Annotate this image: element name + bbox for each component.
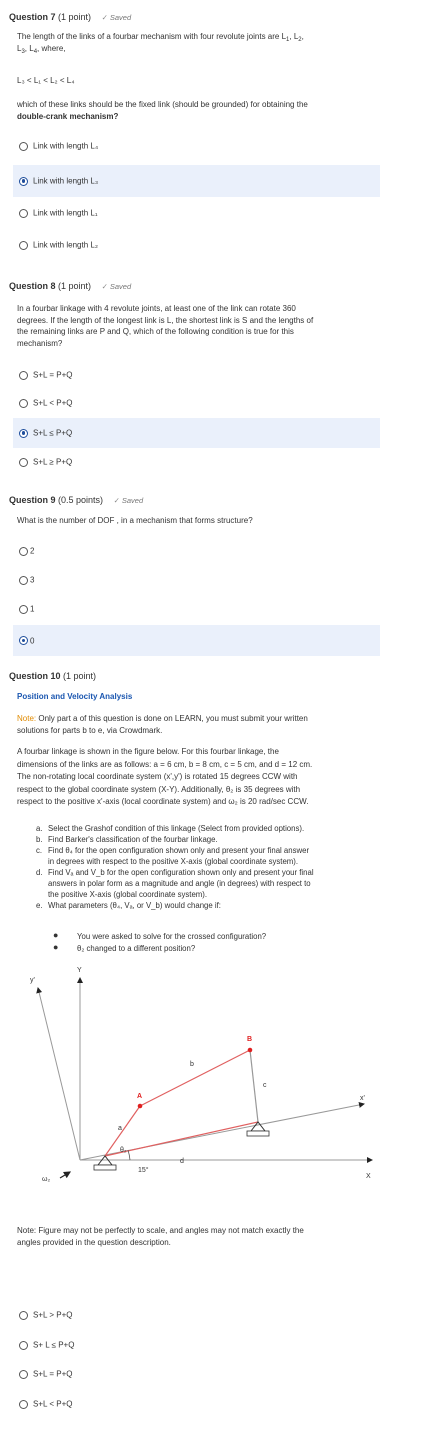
radio-button-selected[interactable] <box>19 636 28 645</box>
label-x: X <box>366 1173 371 1180</box>
q8-option-3[interactable]: S+L ≤ P+Q <box>13 418 380 448</box>
label-b: b <box>190 1061 194 1068</box>
q7-option-l3[interactable]: Link with length L₃ <box>13 165 380 197</box>
q10-subitem-1: You were asked to solve for the crossed … <box>77 932 267 941</box>
radio-button[interactable] <box>19 457 28 467</box>
q10-subtitle: Position and Velocity Analysis <box>17 692 133 701</box>
radio-button-selected[interactable] <box>19 176 28 186</box>
radio-button[interactable] <box>19 1399 28 1409</box>
q10-points: (1 point) <box>63 671 97 681</box>
radio-button[interactable] <box>19 1310 28 1320</box>
q10-description: A fourbar linkage is shown in the figure… <box>17 747 313 806</box>
q7-option-l4[interactable]: Link with length L₄ <box>13 130 380 162</box>
radio-button[interactable] <box>19 575 28 585</box>
q10-option-2[interactable]: S+ L ≤ P+Q <box>13 1329 380 1361</box>
q10-option-4[interactable]: S+L < P+Q <box>13 1388 380 1420</box>
q10-title: Question 10 <box>9 671 61 681</box>
q8-title: Question 8 <box>9 281 56 291</box>
q8-prompt: In a fourbar linkage with 4 revolute joi… <box>17 304 314 348</box>
q7-points: (1 point) <box>58 12 92 22</box>
radio-button[interactable] <box>19 398 28 408</box>
radio-button[interactable] <box>19 240 28 250</box>
q8-saved-status: ✓ Saved <box>101 282 132 291</box>
q7-option-l2[interactable]: Link with length L₂ <box>13 229 380 261</box>
bullet-icon: ● <box>53 930 59 940</box>
q7-saved-status: ✓ Saved <box>101 13 132 22</box>
fourbar-linkage-figure: y' Y x' X A B a b c d ω₂ θ₂ 15° <box>30 967 373 1183</box>
q10-subitem-2: θ₂ changed to a different position? <box>77 944 196 953</box>
q7-question: which of these links should be the fixed… <box>17 100 308 121</box>
label-omega: ω₂ <box>42 1176 50 1183</box>
q9-option-1[interactable]: 1 <box>13 593 380 625</box>
label-a: a <box>118 1125 122 1132</box>
q9-option-0[interactable]: 0 <box>13 625 380 656</box>
label-15-degrees: 15° <box>138 1166 149 1174</box>
label-d: d <box>180 1158 184 1165</box>
q7-prompt: The length of the links of a fourbar mec… <box>17 32 304 55</box>
checkmark-icon: ✓ <box>101 282 108 291</box>
radio-button[interactable] <box>19 1369 28 1379</box>
radio-button[interactable] <box>19 1340 28 1350</box>
q9-points: (0.5 points) <box>58 495 104 505</box>
q7-inequality: L₃ < L₁ < L₂ < L₄ <box>17 76 75 85</box>
label-B: B <box>247 1036 252 1043</box>
q9-option-2[interactable]: 2 <box>13 535 380 567</box>
radio-button[interactable] <box>19 604 28 614</box>
link-c <box>249 1049 259 1123</box>
q7-option-l1[interactable]: Link with length L₁ <box>13 197 380 229</box>
label-theta: θ₂ <box>120 1147 127 1154</box>
joint-b <box>247 1047 253 1053</box>
q8-header: Question 8 (1 point) ✓ Saved <box>9 281 131 291</box>
q7-title: Question 7 <box>9 12 56 22</box>
q8-option-2[interactable]: S+L < P+Q <box>13 387 380 419</box>
q9-option-3[interactable]: 3 <box>13 564 380 596</box>
q9-prompt: What is the number of DOF , in a mechani… <box>17 516 253 525</box>
label-y-prime: y' <box>30 977 35 984</box>
label-A: A <box>137 1093 142 1100</box>
radio-button[interactable] <box>19 141 28 151</box>
q9-header: Question 9 (0.5 points) ✓ Saved <box>9 495 143 505</box>
q10-option-3[interactable]: S+L = P+Q <box>13 1358 380 1390</box>
q10-figure-note: Note: Figure may not be perfectly to sca… <box>17 1226 304 1247</box>
q9-saved-status: ✓ Saved <box>113 496 144 505</box>
link-b <box>139 1049 251 1107</box>
radio-button[interactable] <box>19 370 28 380</box>
q10-option-1[interactable]: S+L > P+Q <box>13 1299 380 1331</box>
y-prime-axis <box>36 987 81 1161</box>
radio-button-selected[interactable] <box>19 428 28 438</box>
q10-task-list: a. Select the Grashof condition of this l… <box>36 824 314 910</box>
q8-option-4[interactable]: S+L ≥ P+Q <box>13 446 380 478</box>
q10-header: Question 10 (1 point) <box>9 671 96 681</box>
label-x-prime: x' <box>360 1095 365 1102</box>
joint-a <box>137 1103 143 1109</box>
radio-button[interactable] <box>19 546 28 556</box>
q8-points: (1 point) <box>58 281 92 291</box>
label-c: c <box>263 1082 267 1089</box>
q10-note: Note: Only part a of this question is do… <box>17 714 308 735</box>
checkmark-icon: ✓ <box>101 13 108 22</box>
label-y: Y <box>77 967 82 974</box>
q9-title: Question 9 <box>9 495 56 505</box>
radio-button[interactable] <box>19 208 28 218</box>
checkmark-icon: ✓ <box>113 496 120 505</box>
q7-header: Question 7 (1 point) ✓ Saved <box>9 12 131 22</box>
bullet-icon: ● <box>53 942 59 952</box>
